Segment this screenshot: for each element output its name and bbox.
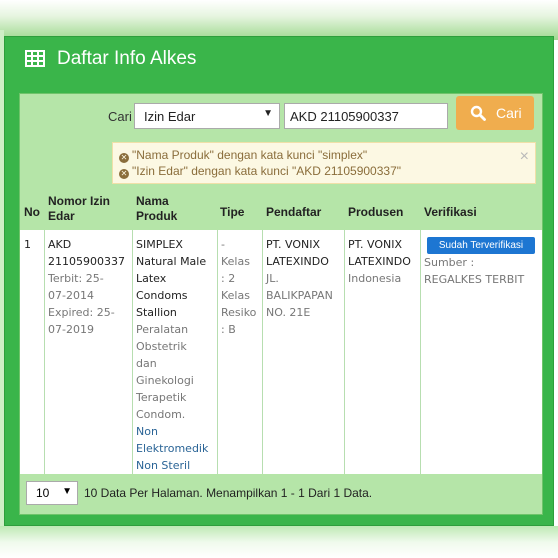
search-field-value: Izin Edar — [144, 109, 196, 124]
pendaftar-line: JL. — [266, 272, 279, 285]
per-page-select[interactable]: 10 ▼ — [26, 481, 78, 505]
panel-body: Cari Izin Edar ▼ AKD 21105900337 Cari ✕ "… — [19, 93, 543, 515]
nama-line: Non — [136, 425, 158, 438]
info-alkes-panel: Daftar Info Alkes Cari Izin Edar ▼ AKD 2… — [4, 36, 554, 526]
tipe-line: - — [221, 238, 225, 251]
pendaftar-line: NO. 21E — [266, 306, 311, 319]
nama-line: Natural Male — [136, 255, 207, 268]
produsen-line: Indonesia — [348, 272, 402, 285]
cell-no: 1 — [24, 238, 31, 251]
search-icon — [470, 105, 486, 124]
cell-pendaftar: PT. VONIX LATEXINDO JL. BALIKPAPAN NO. 2… — [266, 236, 333, 321]
search-button[interactable]: Cari — [456, 96, 534, 130]
caret-down-icon: ▼ — [62, 486, 72, 497]
cell-nama: SIMPLEX Natural Male Latex Condoms Stall… — [136, 236, 208, 474]
table-row: 1 AKD 21105900337 Terbit: 25- 07-2014 Ex… — [20, 230, 542, 474]
izin-line: AKD — [48, 238, 72, 251]
header-line: Nomor Izin — [48, 194, 110, 208]
column-header-nama: Nama Produk — [136, 194, 177, 224]
nama-line: Latex — [136, 272, 167, 285]
column-divider — [44, 230, 45, 474]
per-page-value: 10 — [36, 486, 50, 500]
table-grid-icon — [25, 50, 45, 72]
izin-line: 21105900337 — [48, 255, 125, 268]
filter-item: ✕ "Nama Produk" dengan kata kunci "simple… — [119, 148, 367, 163]
cell-izin: AKD 21105900337 Terbit: 25- 07-2014 Expi… — [48, 236, 125, 338]
produsen-line: PT. VONIX — [348, 238, 403, 251]
nama-line: Condom. — [136, 408, 186, 421]
verified-badge: Sudah Terverifikasi — [427, 237, 535, 254]
header-line: Nama — [136, 194, 169, 208]
column-divider — [132, 230, 133, 474]
nama-line: dan — [136, 357, 157, 370]
header-line: Produk — [136, 209, 178, 223]
cell-tipe: - Kelas : 2 Kelas Resiko : B — [221, 236, 256, 338]
column-header-verifikasi: Verifikasi — [424, 205, 477, 219]
search-button-label: Cari — [496, 105, 522, 121]
tipe-line: : 2 — [221, 272, 236, 285]
tipe-line: Kelas — [221, 289, 250, 302]
remove-circle-icon[interactable]: ✕ — [119, 153, 129, 163]
cell-verifikasi: Sumber : REGALKES TERBIT — [424, 254, 524, 288]
nama-line: Elektromedik — [136, 442, 209, 455]
nama-line: Peralatan — [136, 323, 189, 336]
izin-line: Terbit: 25- — [48, 272, 104, 285]
nama-line: Condoms — [136, 289, 188, 302]
search-area: Cari Izin Edar ▼ AKD 21105900337 Cari ✕ "… — [20, 94, 542, 242]
column-header-izin: Nomor Izin Edar — [48, 194, 110, 224]
nama-line: SIMPLEX — [136, 238, 183, 251]
izin-line: Expired: 25- — [48, 306, 115, 319]
column-divider — [420, 230, 421, 474]
nama-line: Ginekologi — [136, 374, 194, 387]
column-header-pendaftar: Pendaftar — [266, 205, 322, 219]
column-header-tipe: Tipe — [220, 205, 245, 219]
pagination-summary: 10 Data Per Halaman. Menampilkan 1 - 1 D… — [84, 486, 373, 500]
column-header-produsen: Produsen — [348, 205, 404, 219]
nama-line: Stallion — [136, 306, 177, 319]
izin-line: 07-2019 — [48, 323, 94, 336]
tipe-line: : B — [221, 323, 236, 336]
column-divider — [262, 230, 263, 474]
pendaftar-line: LATEXINDO — [266, 255, 329, 268]
filter-text: "Nama Produk" dengan kata kunci "simplex… — [132, 148, 368, 162]
top-banner — [0, 0, 558, 40]
filter-item: ✕ "Izin Edar" dengan kata kunci "AKD 2110… — [119, 164, 401, 179]
cell-produsen: PT. VONIX LATEXINDO Indonesia — [348, 236, 411, 287]
nama-line: Terapetik — [136, 391, 187, 404]
search-keyword-input[interactable]: AKD 21105900337 — [284, 103, 448, 129]
izin-line: 07-2014 — [48, 289, 94, 302]
header-line: Edar — [48, 209, 75, 223]
nama-line: Obstetrik — [136, 340, 187, 353]
nama-line: Non Steril — [136, 459, 191, 472]
pagination-footer: 10 ▼ 10 Data Per Halaman. Menampilkan 1 … — [20, 474, 542, 514]
tipe-line: Resiko — [221, 306, 257, 319]
pendaftar-line: PT. VONIX — [266, 238, 321, 251]
verifikasi-line: Sumber : — [424, 256, 475, 269]
remove-circle-icon[interactable]: ✕ — [119, 169, 129, 179]
bottom-banner — [0, 526, 558, 558]
column-divider — [217, 230, 218, 474]
column-header-no: No — [24, 205, 40, 219]
tipe-line: Kelas — [221, 255, 250, 268]
panel-title: Daftar Info Alkes — [57, 48, 197, 69]
column-divider — [344, 230, 345, 474]
active-filters-alert: ✕ "Nama Produk" dengan kata kunci "simple… — [112, 142, 536, 184]
close-icon[interactable]: × — [520, 148, 529, 166]
caret-down-icon: ▼ — [263, 108, 273, 119]
pendaftar-line: BALIKPAPAN — [266, 289, 333, 302]
verifikasi-line: REGALKES TERBIT — [424, 273, 525, 286]
search-label: Cari — [108, 109, 132, 124]
panel-header: Daftar Info Alkes — [5, 37, 553, 81]
produsen-line: LATEXINDO — [348, 255, 411, 268]
search-field-select[interactable]: Izin Edar ▼ — [134, 103, 280, 129]
filter-text: "Izin Edar" dengan kata kunci "AKD 21105… — [132, 164, 401, 178]
